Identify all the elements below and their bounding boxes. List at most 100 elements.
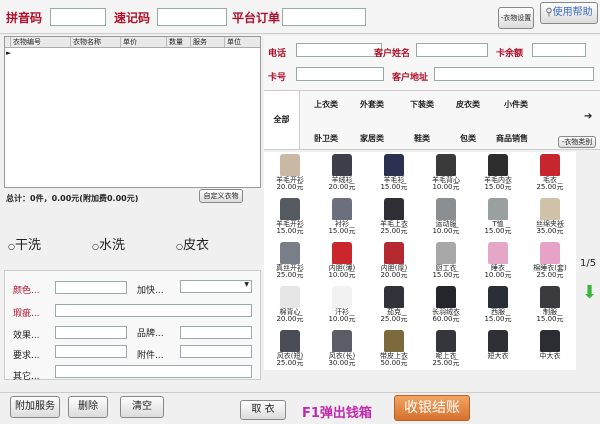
product-item[interactable]: 呢上衣 25.00元: [420, 330, 472, 374]
product-item[interactable]: 丝绵夹袄 35.00元: [524, 198, 576, 242]
platform-order-input[interactable]: [282, 8, 366, 26]
product-item[interactable]: 棉背心 20.00元: [264, 286, 316, 330]
help-button[interactable]: ⚲使用帮助: [540, 2, 598, 24]
other-field[interactable]: [55, 365, 252, 378]
color-field[interactable]: [55, 281, 127, 294]
radio-dry-clean[interactable]: ○干洗: [8, 234, 41, 253]
tab-small-items[interactable]: 小件类: [504, 99, 528, 110]
col-header[interactable]: 单位: [225, 37, 260, 47]
phone-label: 电话: [268, 49, 287, 59]
product-item[interactable]: T恤 15.00元: [472, 198, 524, 242]
col-header[interactable]: 服务: [191, 37, 225, 47]
address-field[interactable]: [434, 67, 594, 81]
product-item[interactable]: 短大衣: [472, 330, 524, 374]
effect-field[interactable]: [55, 326, 127, 339]
clothing-icon: [540, 330, 560, 352]
product-item[interactable]: 羊毛内衣 15.00元: [472, 154, 524, 198]
help-label: 使用帮助: [552, 7, 593, 18]
arrow-right-icon[interactable]: ➔: [584, 111, 592, 122]
product-item[interactable]: 运动服 10.00元: [420, 198, 472, 242]
arrow-down-icon[interactable]: ⬇: [582, 282, 597, 303]
product-item[interactable]: 羊毛背心 10.00元: [420, 154, 472, 198]
tab-bedding[interactable]: 卧卫类: [314, 133, 338, 144]
phone-field[interactable]: [296, 43, 382, 57]
request-field[interactable]: [55, 345, 127, 358]
flaw-field[interactable]: [55, 304, 252, 317]
product-item[interactable]: 内胆(薄) 10.00元: [316, 242, 368, 286]
product-item[interactable]: 内胆(厚) 20.00元: [368, 242, 420, 286]
tab-tops[interactable]: 上衣类: [314, 99, 338, 110]
product-item[interactable]: 羊绒衫 20.00元: [316, 154, 368, 198]
product-item[interactable]: 带皮上衣 50.00元: [368, 330, 420, 374]
product-item[interactable]: 棉睡衣(套) 25.00元: [524, 242, 576, 286]
brand-field[interactable]: [180, 326, 252, 339]
product-item[interactable]: 中大衣: [524, 330, 576, 374]
product-item[interactable]: 羊毛衫 15.00元: [368, 154, 420, 198]
product-item[interactable]: 长羽绒衣 60.00元: [420, 286, 472, 330]
product-item[interactable]: 汗衫 10.00元: [316, 286, 368, 330]
clothing-icon: [332, 286, 352, 308]
product-price: 15.00元: [276, 227, 304, 235]
clothes-category-button[interactable]: -衣物类别: [558, 136, 596, 148]
clothes-grid[interactable]: 衣物编号 衣物名称 单价 数量 服务 单位 ►: [4, 36, 261, 188]
product-item[interactable]: 毛衣 25.00元: [524, 154, 576, 198]
pinyin-label: 拼音码: [6, 11, 43, 25]
pinyin-input[interactable]: [50, 8, 106, 26]
product-item[interactable]: 厨工衣 15.00元: [420, 242, 472, 286]
radio-label: 干洗: [14, 238, 41, 253]
card-number-field[interactable]: [296, 67, 384, 81]
customer-name-field[interactable]: [416, 43, 488, 57]
urgent-label[interactable]: 加快...: [137, 283, 164, 296]
col-header[interactable]: 单价: [121, 37, 167, 47]
tab-bottoms[interactable]: 下装类: [410, 99, 434, 110]
request-label[interactable]: 要求...: [13, 348, 40, 361]
quick-code-input[interactable]: [157, 8, 227, 26]
product-item[interactable]: 羊毛开衫 15.00元: [264, 198, 316, 242]
radio-label: 水洗: [98, 238, 125, 253]
product-price: 25.00元: [276, 359, 304, 367]
product-item[interactable]: 真丝开衫 25.00元: [264, 242, 316, 286]
checkout-button[interactable]: 收银结账: [394, 395, 470, 421]
tab-home[interactable]: 家居类: [360, 133, 384, 144]
delete-button[interactable]: 删除: [68, 396, 108, 418]
attachment-field[interactable]: [180, 345, 252, 358]
tab-goods-sales[interactable]: 商品销售: [496, 133, 528, 144]
custom-clothes-button[interactable]: 自定义衣物: [199, 189, 243, 203]
urgent-select[interactable]: ▼: [180, 280, 252, 293]
product-item[interactable]: 茄克 25.00元: [368, 286, 420, 330]
balance-field[interactable]: [532, 43, 586, 57]
product-item[interactable]: 羊毛上衣 25.00元: [368, 198, 420, 242]
product-item[interactable]: 羊毛开衫 20.00元: [264, 154, 316, 198]
product-item[interactable]: 风衣(短) 25.00元: [264, 330, 316, 374]
product-item[interactable]: 西服 15.00元: [472, 286, 524, 330]
radio-leather[interactable]: ○皮衣: [176, 234, 209, 253]
tab-leather[interactable]: 皮衣类: [456, 99, 480, 110]
tab-bags[interactable]: 包类: [460, 133, 476, 144]
attachment-label[interactable]: 附件...: [137, 348, 164, 361]
product-item[interactable]: 衬衫 15.00元: [316, 198, 368, 242]
product-price: 20.00元: [328, 183, 356, 191]
flaw-label[interactable]: 瑕疵...: [13, 306, 40, 319]
pickup-button[interactable]: 取 衣: [240, 400, 286, 420]
product-price: 10.00元: [484, 271, 512, 279]
product-item[interactable]: 风衣(长) 30.00元: [316, 330, 368, 374]
col-header[interactable]: 数量: [167, 37, 191, 47]
product-item[interactable]: 睡衣 10.00元: [472, 242, 524, 286]
balance-label: 卡余额: [496, 49, 524, 59]
radio-wet-clean[interactable]: ○水洗: [92, 234, 125, 253]
other-label[interactable]: 其它...: [13, 369, 40, 382]
col-header[interactable]: 衣物编号: [11, 37, 71, 47]
effect-label[interactable]: 效果...: [13, 328, 40, 341]
customer-panel: 电话 客户姓名 卡余额 卡号 客户地址: [264, 36, 600, 90]
clear-button[interactable]: 清空: [120, 396, 164, 418]
product-item[interactable]: 制服 15.00元: [524, 286, 576, 330]
clothing-icon: [488, 286, 508, 308]
color-label[interactable]: 颜色...: [13, 283, 40, 296]
clothes-settings-button[interactable]: -衣物设置: [498, 7, 534, 29]
tab-shoes[interactable]: 鞋类: [414, 133, 430, 144]
col-header[interactable]: 衣物名称: [71, 37, 121, 47]
tab-outerwear[interactable]: 外套类: [360, 99, 384, 110]
brand-label[interactable]: 品牌...: [137, 326, 164, 339]
extra-service-button[interactable]: 附加服务: [10, 396, 60, 418]
tab-all[interactable]: 全部: [264, 91, 300, 149]
